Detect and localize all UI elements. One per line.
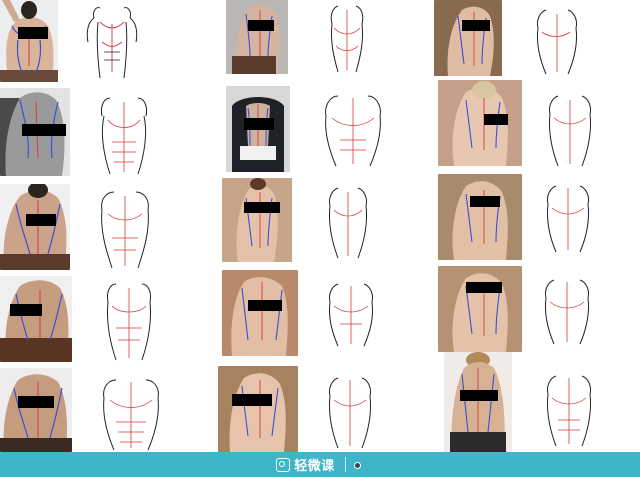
anatomy-sketch (322, 372, 378, 450)
reference-photo (438, 174, 522, 260)
reference-photo (0, 276, 72, 362)
anatomy-sketch (92, 186, 158, 270)
anatomy-sketch (536, 274, 598, 346)
footer-author-row (353, 462, 364, 469)
avatar (353, 462, 361, 469)
anatomy-sketch (78, 2, 146, 80)
anatomy-sketch (318, 90, 388, 168)
reference-photo (218, 366, 298, 452)
anatomy-sketch (96, 374, 166, 452)
reference-photo (222, 178, 292, 262)
anatomy-sketch (538, 370, 600, 448)
reference-photo (0, 184, 70, 270)
reference-photo (222, 270, 298, 356)
anatomy-sketch (322, 182, 374, 260)
anatomy-sketch (98, 278, 160, 362)
reference-photo (226, 86, 290, 172)
reference-photo (226, 0, 288, 74)
reference-photo (0, 88, 70, 176)
reference-photo (0, 368, 72, 452)
reference-photo (0, 0, 58, 82)
anatomy-sketch (90, 90, 158, 176)
anatomy-sketch (322, 278, 380, 348)
anatomy-sketch (540, 180, 596, 254)
reference-photo (444, 352, 512, 452)
reference-photo (438, 266, 522, 352)
reference-photo (434, 0, 502, 76)
anatomy-sketch (540, 90, 600, 168)
brand-name: 轻微课 (294, 458, 335, 473)
footer-divider (344, 457, 346, 472)
watermark-footer: 轻微课 (0, 452, 640, 477)
reference-grid (0, 0, 640, 452)
anatomy-sketch (322, 2, 372, 74)
reference-photo (438, 80, 522, 166)
anatomy-sketch (528, 4, 584, 76)
brand-logo: 轻微课 (276, 455, 335, 474)
footer-meta (353, 460, 364, 469)
logo-icon (276, 457, 291, 472)
